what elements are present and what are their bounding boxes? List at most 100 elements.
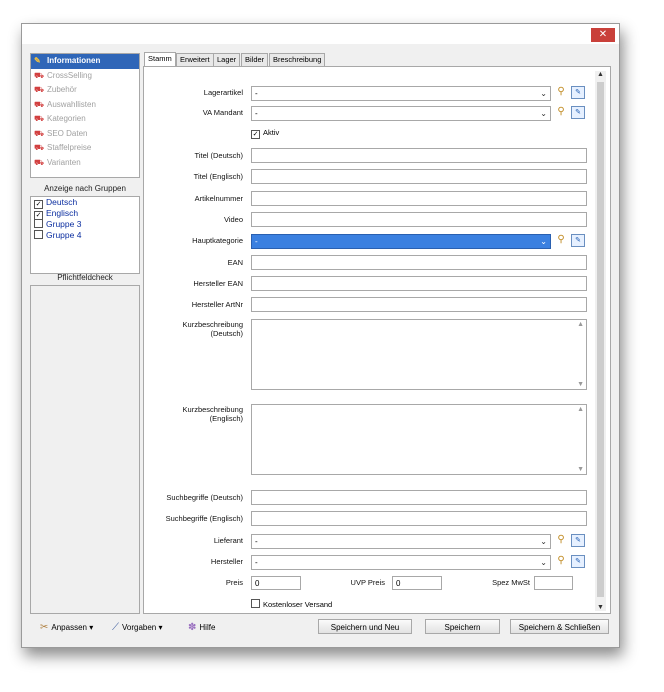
save-close-button[interactable]: Speichern & Schließen xyxy=(510,619,609,634)
such-de-input[interactable] xyxy=(251,490,587,505)
group-label: Englisch xyxy=(46,208,79,218)
chevron-down-icon: ▾ xyxy=(158,623,163,632)
scroll-thumb[interactable] xyxy=(597,82,604,597)
tab-beschreibung[interactable]: Breschreibung 1 xyxy=(269,53,326,76)
titel-en-label: Titel (Englisch) xyxy=(193,172,243,181)
hersteller-select[interactable]: - ⌄ xyxy=(251,555,551,570)
mwst-input[interactable] xyxy=(534,576,573,590)
search-icon[interactable]: ⚲ xyxy=(555,106,567,118)
vorgaben-label: Vorgaben xyxy=(122,623,157,632)
tab-bilder[interactable]: Bilder xyxy=(241,53,269,66)
hersteller-artnr-input[interactable] xyxy=(251,297,587,312)
preis-label: Preis xyxy=(225,578,243,587)
sidebar-item-label: Staffelpreise xyxy=(47,143,92,152)
lieferant-select[interactable]: - ⌄ xyxy=(251,534,551,549)
checkbox-unchecked-icon xyxy=(34,230,43,239)
scroll-up-icon[interactable]: ▲ xyxy=(577,406,584,413)
hersteller-ean-label: Hersteller EAN xyxy=(193,279,243,288)
uvp-label: UVP Preis xyxy=(350,578,385,587)
hilfe-button[interactable]: ✽ Hilfe xyxy=(188,622,215,633)
anpassen-label: Anpassen xyxy=(51,623,87,632)
kurz-de-textarea[interactable]: ▲ ▼ xyxy=(251,319,587,390)
hauptkategorie-value: - xyxy=(255,237,258,246)
tab-lager[interactable]: Lager xyxy=(213,53,241,66)
video-label: Video xyxy=(223,215,243,224)
hersteller-artnr-label: Hersteller ArtNr xyxy=(191,300,243,309)
scroll-up-icon[interactable]: ▲ xyxy=(577,321,584,328)
close-button[interactable]: ✕ xyxy=(591,28,615,42)
aktiv-label: Aktiv xyxy=(263,128,280,137)
save-button[interactable]: Speichern xyxy=(425,619,500,634)
kurz-en-textarea[interactable]: ▲ ▼ xyxy=(251,404,587,475)
titel-de-label: Titel (Deutsch) xyxy=(194,151,243,160)
hauptkategorie-select[interactable]: - ⌄ xyxy=(251,234,551,249)
chevron-down-icon: ⌄ xyxy=(540,237,547,246)
edit-icon[interactable]: ✎ xyxy=(571,86,585,99)
ean-label: EAN xyxy=(227,258,243,267)
cart-icon: ⛟ xyxy=(34,99,45,109)
aktiv-checkbox[interactable]: ✓ Aktiv xyxy=(251,128,279,139)
sidebar-item-seo-daten[interactable]: ⛟ SEO Daten xyxy=(31,127,139,142)
edit-icon[interactable]: ✎ xyxy=(571,106,585,119)
sidebar-item-label: Informationen xyxy=(47,56,101,65)
scroll-up-icon[interactable]: ▲ xyxy=(595,71,606,78)
hersteller-value: - xyxy=(255,558,258,567)
chevron-down-icon: ⌄ xyxy=(540,89,547,98)
sidebar-item-label: CrossSelling xyxy=(47,70,92,80)
such-en-label: Suchbegriffe (Englisch) xyxy=(165,514,243,523)
versand-label: Kostenloser Versand xyxy=(263,600,333,609)
edit-icon[interactable]: ✎ xyxy=(571,234,585,247)
search-icon[interactable]: ⚲ xyxy=(555,534,567,546)
group-label: Deutsch xyxy=(46,197,78,207)
kurz-en-label-line2: (Englisch) xyxy=(209,414,243,423)
save-new-button[interactable]: Speichern und Neu xyxy=(318,619,412,634)
chevron-down-icon: ⌄ xyxy=(540,537,547,546)
titel-en-input[interactable] xyxy=(251,169,587,184)
artikelnummer-label: Artikelnummer xyxy=(194,194,243,203)
scroll-down-icon[interactable]: ▼ xyxy=(577,466,584,473)
sidebar-item-crossselling[interactable]: ⛟ CrossSelling xyxy=(31,69,139,84)
such-de-label: Suchbegriffe (Deutsch) xyxy=(166,493,243,502)
edit-icon[interactable]: ✎ xyxy=(571,555,585,568)
sidebar-item-informationen[interactable]: ✎ Informationen xyxy=(31,54,139,69)
sidebar-item-label: Zubehör xyxy=(47,85,77,94)
lagerartikel-select[interactable]: - ⌄ xyxy=(251,86,551,101)
checkbox-unchecked-icon xyxy=(251,599,260,608)
sidebar-item-label: Kategorien xyxy=(47,114,86,123)
tab-stamm[interactable]: Stamm xyxy=(144,52,176,67)
video-input[interactable] xyxy=(251,212,587,227)
titel-de-input[interactable] xyxy=(251,148,587,163)
chevron-down-icon: ▾ xyxy=(89,623,94,632)
form-scrollbar[interactable]: ▲ ▼ xyxy=(595,71,606,611)
search-icon[interactable]: ⚲ xyxy=(555,86,567,98)
search-icon[interactable]: ⚲ xyxy=(555,234,567,246)
versand-checkbox[interactable]: Kostenloser Versand xyxy=(251,599,332,609)
mandant-value: - xyxy=(255,109,258,118)
ean-input[interactable] xyxy=(251,255,587,270)
lagerartikel-value: - xyxy=(255,89,258,98)
artikelnummer-input[interactable] xyxy=(251,191,587,206)
such-en-input[interactable] xyxy=(251,511,587,526)
hersteller-ean-input[interactable] xyxy=(251,276,587,291)
scroll-down-icon[interactable]: ▼ xyxy=(577,381,584,388)
chevron-down-icon: ⌄ xyxy=(540,558,547,567)
mandant-select[interactable]: - ⌄ xyxy=(251,106,551,121)
bottom-toolbar: ✂ Anpassen ▾ ⟋ Vorgaben ▾ ✽ Hilfe Speichern… xyxy=(30,618,610,638)
search-icon[interactable]: ⚲ xyxy=(555,555,567,567)
tools-icon: ✂ xyxy=(40,622,49,633)
hilfe-label: Hilfe xyxy=(199,623,216,632)
mandant-label: VA Mandant xyxy=(202,108,243,117)
wand-icon: ⟋ xyxy=(112,622,119,633)
cart-icon: ⛟ xyxy=(34,70,45,80)
checkbox-checked-icon: ✓ xyxy=(251,130,260,139)
group-label: Gruppe 4 xyxy=(46,230,82,240)
pencil-icon: ✎ xyxy=(34,56,41,65)
sidebar-item-label: SEO Daten xyxy=(47,128,88,138)
anpassen-button[interactable]: ✂ Anpassen ▾ xyxy=(40,622,93,633)
sidebar-item-label: Varianten xyxy=(47,157,81,167)
scroll-down-icon[interactable]: ▼ xyxy=(595,604,606,611)
tab-erweitert[interactable]: Erweitert xyxy=(176,53,214,66)
edit-icon[interactable]: ✎ xyxy=(571,534,585,547)
hauptkategorie-label: Hauptkategorie xyxy=(192,236,243,245)
vorgaben-button[interactable]: ⟋ Vorgaben ▾ xyxy=(112,622,163,633)
